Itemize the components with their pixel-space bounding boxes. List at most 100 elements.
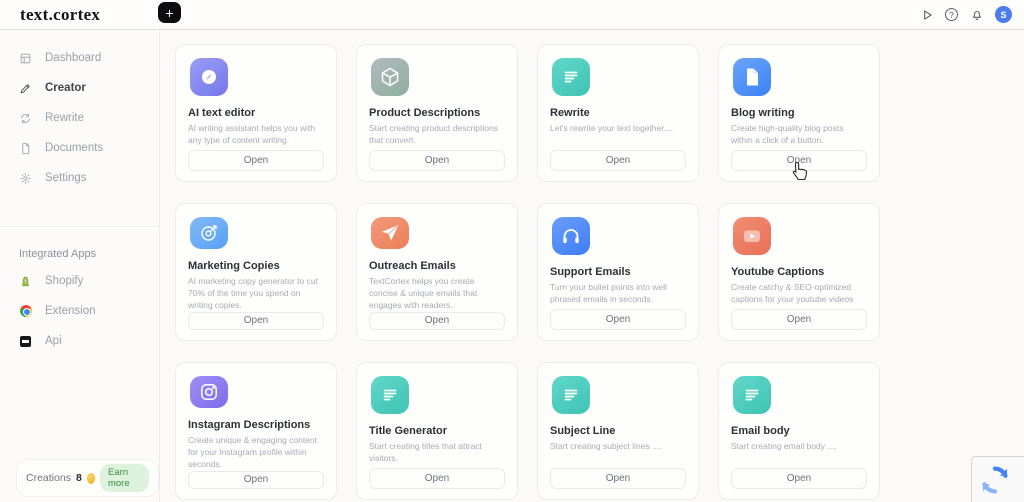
headphones-icon xyxy=(552,217,590,255)
integrated-apps-label: Integrated Apps xyxy=(19,248,159,260)
sidebar-item-documents[interactable]: Documents xyxy=(0,133,159,163)
template-card: Outreach Emails TextCortex helps you crea… xyxy=(356,203,518,341)
document-page-icon xyxy=(733,58,771,96)
card-title: Youtube Captions xyxy=(731,266,867,278)
pen-circle-icon xyxy=(190,58,228,96)
card-description: TextCortex helps you create concise & un… xyxy=(369,276,505,312)
header-actions: ? S xyxy=(919,6,1012,23)
pencil-icon xyxy=(19,82,32,95)
gear-icon xyxy=(19,172,32,185)
card-title: AI text editor xyxy=(188,107,324,119)
card-title: Instagram Descriptions xyxy=(188,419,324,431)
creations-label: Creations xyxy=(26,472,71,484)
text-lines-icon xyxy=(371,376,409,414)
open-button[interactable]: Open xyxy=(369,312,505,330)
open-button[interactable]: Open xyxy=(731,468,867,489)
instagram-icon xyxy=(190,376,228,408)
card-title: Outreach Emails xyxy=(369,260,505,272)
document-icon xyxy=(19,142,32,155)
integrated-apps-list: Shopify Extension Api xyxy=(0,266,159,356)
card-title: Email body xyxy=(731,425,867,437)
sidebar-app-label: Api xyxy=(45,335,62,347)
template-card: Support Emails Turn your bullet points in… xyxy=(537,203,699,341)
recaptcha-badge-icon[interactable] xyxy=(971,456,1024,502)
notifications-bell-icon[interactable] xyxy=(969,7,984,22)
sidebar-app-extension[interactable]: Extension xyxy=(0,296,159,326)
card-description: Start creating subject lines .... xyxy=(550,441,686,453)
sidebar-divider xyxy=(0,226,159,227)
template-card: Product Descriptions Start creating produ… xyxy=(356,44,518,182)
sidebar-item-label: Creator xyxy=(45,82,86,94)
open-button[interactable]: Open xyxy=(188,150,324,171)
template-card: Email body Start creating email body ....… xyxy=(718,362,880,500)
card-title: Support Emails xyxy=(550,266,686,278)
open-button[interactable]: Open xyxy=(188,312,324,330)
template-card: Instagram Descriptions Create unique & en… xyxy=(175,362,337,500)
card-description: Create high-quality blog posts within a … xyxy=(731,123,867,147)
new-creation-button[interactable]: + xyxy=(158,2,181,23)
text-lines-icon xyxy=(733,376,771,414)
template-card-grid: AI text editor AI writing assistant helps… xyxy=(175,44,1024,500)
template-card: Youtube Captions Create catchy & SEO-opti… xyxy=(718,203,880,341)
sidebar-app-label: Extension xyxy=(45,305,96,317)
open-button[interactable]: Open xyxy=(550,468,686,489)
sidebar-item-label: Settings xyxy=(45,172,87,184)
chrome-icon xyxy=(19,305,32,318)
card-description: Create catchy & SEO-optimized captions f… xyxy=(731,282,867,306)
open-button[interactable]: Open xyxy=(188,471,324,489)
card-description: Start creating product descriptions that… xyxy=(369,123,505,147)
shopify-icon xyxy=(19,275,32,288)
main-content: AI text editor AI writing assistant helps… xyxy=(160,30,1024,502)
open-button[interactable]: Open xyxy=(550,150,686,171)
help-icon[interactable]: ? xyxy=(945,8,958,21)
card-description: Create unique & engaging content for you… xyxy=(188,435,324,471)
api-icon xyxy=(19,335,32,348)
card-description: Start creating email body .... xyxy=(731,441,867,453)
creations-count: 8 xyxy=(76,472,82,484)
paper-plane-icon xyxy=(371,217,409,249)
card-description: AI writing assistant helps you with any … xyxy=(188,123,324,147)
card-title: Rewrite xyxy=(550,107,686,119)
dashboard-icon xyxy=(19,52,32,65)
sidebar-app-label: Shopify xyxy=(45,275,83,287)
card-title: Title Generator xyxy=(369,425,505,437)
target-icon xyxy=(190,217,228,249)
open-button[interactable]: Open xyxy=(369,468,505,489)
text-lines-icon xyxy=(552,376,590,414)
sidebar: Dashboard Creator Rewrite Documents Settings… xyxy=(0,30,160,502)
sidebar-item-label: Rewrite xyxy=(45,112,84,124)
template-card: AI text editor AI writing assistant helps… xyxy=(175,44,337,182)
top-bar: text.cortex + ? S xyxy=(0,0,1024,30)
sidebar-item-label: Dashboard xyxy=(45,52,101,64)
template-card: Rewrite Let's rewrite your text together.… xyxy=(537,44,699,182)
open-button[interactable]: Open xyxy=(731,150,867,171)
user-avatar[interactable]: S xyxy=(995,6,1012,23)
template-card: Title Generator Start creating titles tha… xyxy=(356,362,518,500)
card-title: Product Descriptions xyxy=(369,107,505,119)
card-description: Let's rewrite your text together.... xyxy=(550,123,686,135)
open-button[interactable]: Open xyxy=(550,309,686,330)
card-title: Blog writing xyxy=(731,107,867,119)
sidebar-item-settings[interactable]: Settings xyxy=(0,163,159,193)
card-title: Subject Line xyxy=(550,425,686,437)
sidebar-item-label: Documents xyxy=(45,142,103,154)
sidebar-app-shopify[interactable]: Shopify xyxy=(0,266,159,296)
card-description: Turn your bullet points into well phrase… xyxy=(550,282,686,306)
play-icon[interactable] xyxy=(919,7,934,22)
sidebar-item-rewrite[interactable]: Rewrite xyxy=(0,103,159,133)
coin-icon xyxy=(87,473,95,484)
sidebar-app-api[interactable]: Api xyxy=(0,326,159,356)
card-description: Start creating titles that attract visit… xyxy=(369,441,505,465)
creations-counter: Creations 8 Earn more xyxy=(16,459,159,497)
sidebar-nav: Dashboard Creator Rewrite Documents Settings xyxy=(0,43,159,193)
card-description: AI marketing copy generator to cut 70% o… xyxy=(188,276,324,312)
text-lines-icon xyxy=(552,58,590,96)
youtube-play-icon xyxy=(733,217,771,255)
open-button[interactable]: Open xyxy=(369,150,505,171)
sidebar-item-creator[interactable]: Creator xyxy=(0,73,159,103)
template-card: Marketing CopiesAI marketing copy genera… xyxy=(175,203,337,341)
open-button[interactable]: Open xyxy=(731,309,867,330)
template-card: Blog writing Create high-quality blog pos… xyxy=(718,44,880,182)
sidebar-item-dashboard[interactable]: Dashboard xyxy=(0,43,159,73)
earn-more-badge[interactable]: Earn more xyxy=(100,464,149,492)
